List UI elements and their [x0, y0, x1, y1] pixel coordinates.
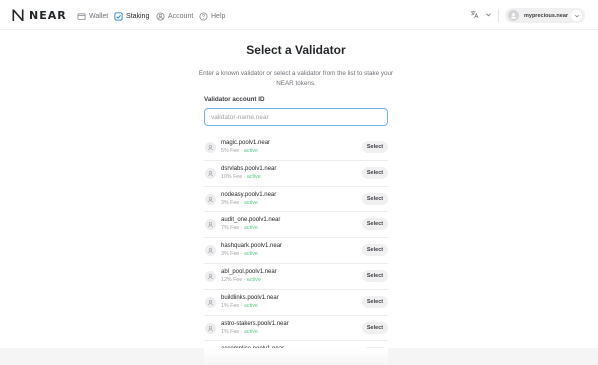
top-navigation: NEAR Wallet Staking Account Help mypreci… [0, 0, 598, 30]
validator-icon [208, 145, 213, 151]
select-validator-button[interactable]: Select [362, 321, 388, 334]
near-logo[interactable]: NEAR [11, 8, 67, 22]
validator-icon [208, 170, 213, 177]
chevron-down-icon [574, 14, 579, 17]
validator-row[interactable]: astro-stakers.poolv1.near 1% Fee · active… [204, 316, 388, 342]
validator-meta: 5% Fee · active [221, 148, 258, 154]
validator-fee: 3% Fee [221, 199, 240, 206]
validator-avatar [205, 142, 216, 153]
nav-wallet-label: Wallet [89, 12, 109, 20]
language-selector[interactable] [470, 10, 492, 19]
validator-name: audit_one.poolv1.near [221, 217, 281, 224]
validator-id-label: Validator account ID [204, 96, 265, 103]
select-validator-button[interactable]: Select [362, 141, 388, 153]
validator-list: magic.poolv1.near 5% Fee · active Select ds… [204, 135, 388, 365]
validator-id-input[interactable] [204, 108, 388, 126]
validator-row[interactable]: buildlinks.poolv1.near 1% Fee · active Sel… [204, 290, 388, 316]
validator-icon [208, 248, 213, 254]
validator-status: active [246, 276, 261, 283]
validator-icon [208, 196, 213, 202]
select-validator-button[interactable]: Select [362, 218, 388, 231]
validator-avatar [205, 193, 216, 205]
validator-status: active [243, 251, 258, 258]
validator-row[interactable]: hashquark.poolv1.near 3% Fee · active Sele… [204, 238, 388, 264]
validator-fee: 12% Fee [221, 276, 243, 283]
validator-avatar [205, 219, 216, 231]
validator-name: dsrvlabs.poolv1.near [221, 165, 277, 172]
validator-name: buildlinks.poolv1.near [221, 294, 279, 301]
validator-status: active [243, 148, 258, 154]
validator-status: active [243, 302, 258, 309]
staking-icon [114, 11, 123, 21]
validator-row[interactable]: nodeasy.poolv1.near 3% Fee · active Select [204, 187, 388, 213]
validator-fee: 10% Fee [221, 173, 243, 180]
validator-row[interactable]: magic.poolv1.near 5% Fee · active Select [204, 135, 388, 161]
nav-staking-label: Staking [126, 12, 150, 20]
header-divider [498, 9, 499, 22]
validator-name: nodeasy.poolv1.near [221, 191, 277, 198]
validator-meta: 7% Fee · active [221, 225, 258, 231]
account-avatar [508, 10, 519, 21]
validator-meta: 3% Fee · active [221, 200, 258, 206]
account-chevron[interactable] [571, 10, 582, 21]
nav-wallet[interactable]: Wallet [77, 10, 108, 22]
page-intro: Enter a known validator or select a vali… [198, 70, 394, 87]
page-title: Select a Validator [246, 43, 346, 57]
validator-status: active [243, 225, 258, 232]
bottom-edge [0, 348, 598, 365]
validator-icon [208, 222, 213, 228]
validator-status: active [246, 173, 261, 180]
select-validator-button[interactable]: Select [362, 192, 388, 205]
language-icon [470, 10, 479, 19]
validator-row[interactable]: audit_one.poolv1.near 7% Fee · active Sele… [204, 212, 388, 239]
validator-icon [208, 325, 213, 331]
validator-avatar [205, 270, 216, 282]
validator-status: active [243, 328, 258, 335]
account-switcher[interactable]: myprecious.near [505, 8, 585, 23]
near-logo-icon [12, 9, 24, 21]
nav-staking[interactable]: Staking [114, 10, 149, 22]
validator-fee: 3% Fee [221, 251, 240, 258]
validator-avatar [205, 296, 216, 308]
nav-account[interactable]: Account [156, 10, 193, 22]
validator-name: abl_pool.poolv1.near [221, 268, 277, 275]
validator-avatar [205, 322, 216, 334]
validator-avatar [205, 245, 216, 257]
validator-name: magic.poolv1.near [221, 140, 271, 146]
validator-meta: 1% Fee · active [221, 303, 258, 309]
nav-help[interactable]: Help [199, 10, 225, 22]
chevron-down-icon [486, 13, 491, 17]
select-validator-button[interactable]: Select [362, 269, 388, 282]
validator-icon [208, 299, 213, 306]
validator-fee: 1% Fee [221, 302, 240, 309]
validator-icon [208, 273, 213, 280]
validator-status: active [243, 199, 258, 206]
user-icon [510, 13, 517, 19]
nav-account-label: Account [168, 12, 194, 20]
select-validator-button[interactable]: Select [362, 295, 388, 308]
validator-meta: 12% Fee · active [221, 277, 261, 283]
validator-avatar [205, 167, 216, 179]
account-name: myprecious.near [524, 12, 569, 19]
validator-meta: 1% Fee · active [221, 329, 258, 335]
validator-meta: 3% Fee · active [221, 251, 258, 257]
select-validator-button[interactable]: Select [362, 166, 388, 179]
validator-fee: 5% Fee [221, 148, 240, 154]
validator-meta: 10% Fee · active [221, 174, 261, 180]
validator-name: astro-stakers.poolv1.near [221, 320, 289, 327]
validator-fee: 1% Fee [221, 328, 240, 335]
account-icon [156, 11, 165, 21]
nav-help-label: Help [211, 12, 226, 20]
validator-row[interactable]: dsrvlabs.poolv1.near 10% Fee · active Sele… [204, 161, 388, 187]
select-validator-button[interactable]: Select [362, 244, 388, 257]
brand-name: NEAR [29, 8, 67, 22]
help-icon [199, 11, 208, 21]
validator-fee: 7% Fee [221, 225, 240, 232]
wallet-icon [77, 12, 86, 20]
validator-row[interactable]: abl_pool.poolv1.near 12% Fee · active Sele… [204, 264, 388, 290]
list-fade [204, 348, 388, 365]
validator-name: hashquark.poolv1.near [221, 243, 283, 250]
